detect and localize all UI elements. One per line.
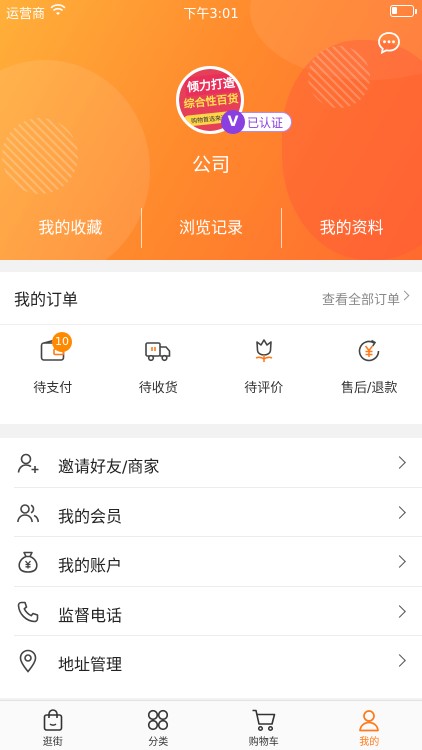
chevron-right-icon — [393, 456, 406, 469]
order-after-sales[interactable]: 售后/退款 — [317, 338, 422, 408]
profile-shortcuts: 我的收藏 浏览记录 我的资料 — [0, 206, 422, 250]
order-label: 待评价 — [244, 381, 284, 396]
menu-label: 邀请好友/商家 — [58, 457, 160, 476]
order-label: 待收货 — [138, 381, 178, 396]
menu-label: 我的会员 — [58, 506, 123, 526]
menu-label: 监督电话 — [58, 605, 123, 625]
flower-icon — [255, 339, 273, 362]
order-pending-delivery[interactable]: 待收货 — [106, 338, 212, 408]
verified-icon: V — [221, 110, 245, 134]
history-tab[interactable]: 浏览记录 — [140, 206, 282, 250]
tab-cart[interactable]: 购物车 — [211, 701, 317, 750]
verified-badge: V 已认证 — [221, 110, 293, 134]
grid-icon — [148, 709, 169, 731]
members-icon — [17, 503, 40, 522]
chevron-right-icon — [393, 555, 406, 568]
location-icon — [19, 649, 37, 673]
chevron-right-icon — [393, 604, 406, 618]
orders-title: 我的订单 — [14, 290, 79, 309]
company-name: 公司 — [191, 154, 230, 176]
chevron-right-icon — [393, 654, 406, 667]
money-bag-icon — [18, 551, 38, 573]
person-icon — [359, 710, 380, 732]
tab-label: 分类 — [148, 737, 169, 748]
clock: 下午3:01 — [183, 7, 239, 22]
menu-invite-friends[interactable]: 邀请好友/商家 — [14, 438, 422, 488]
favorites-tab[interactable]: 我的收藏 — [0, 206, 141, 250]
truck-icon — [145, 342, 171, 362]
message-icon[interactable] — [376, 30, 402, 56]
menu-my-members[interactable]: 我的会员 — [14, 488, 422, 537]
refund-icon — [358, 339, 380, 362]
order-label: 待支付 — [33, 381, 73, 396]
view-all-orders-link[interactable]: 查看全部订单 — [322, 289, 400, 308]
bag-icon — [43, 709, 63, 731]
chevron-right-icon — [399, 290, 410, 301]
bottom-tab-bar: 逛街 分类 购物车 我的 — [0, 700, 422, 750]
divider — [0, 324, 422, 325]
phone-icon — [17, 601, 39, 622]
user-add-icon — [17, 453, 39, 473]
verified-label: 已认证 — [247, 116, 284, 130]
order-label: 售后/退款 — [341, 381, 398, 396]
menu-address[interactable]: 地址管理 — [14, 636, 422, 686]
profile-header: 运营商 下午3:01 倾力打造 综合性百货 购物首选来这里 V 已认证 公司 我… — [0, 0, 422, 260]
header-decoration — [308, 46, 370, 108]
tab-label: 我的 — [359, 737, 380, 748]
tab-shop[interactable]: 逛街 — [0, 701, 106, 750]
profile-menu: 邀请好友/商家 我的会员 我的账户 监督电话 地址管理 — [0, 438, 422, 698]
order-count-badge: 10 — [52, 332, 72, 352]
menu-hotline[interactable]: 监督电话 — [14, 587, 422, 636]
tab-label: 购物车 — [248, 737, 279, 748]
menu-my-account[interactable]: 我的账户 — [14, 537, 422, 587]
status-bar: 运营商 下午3:01 — [0, 0, 422, 24]
orders-card: 我的订单 查看全部订单 10 待支付 待收货 待评价 售后/退款 — [0, 272, 422, 424]
order-status-row: 10 待支付 待收货 待评价 售后/退款 — [0, 332, 422, 408]
cart-icon — [252, 709, 276, 732]
chevron-right-icon — [393, 505, 406, 519]
order-pending-review[interactable]: 待评价 — [211, 338, 317, 408]
battery-icon — [390, 5, 417, 17]
order-pending-payment[interactable]: 10 待支付 — [0, 332, 106, 408]
menu-label: 我的账户 — [58, 556, 123, 575]
tab-category[interactable]: 分类 — [106, 701, 212, 750]
tab-mine[interactable]: 我的 — [317, 701, 422, 750]
menu-label: 地址管理 — [58, 655, 123, 674]
profile-info-tab[interactable]: 我的资料 — [281, 206, 422, 250]
tab-label: 逛街 — [42, 737, 63, 748]
